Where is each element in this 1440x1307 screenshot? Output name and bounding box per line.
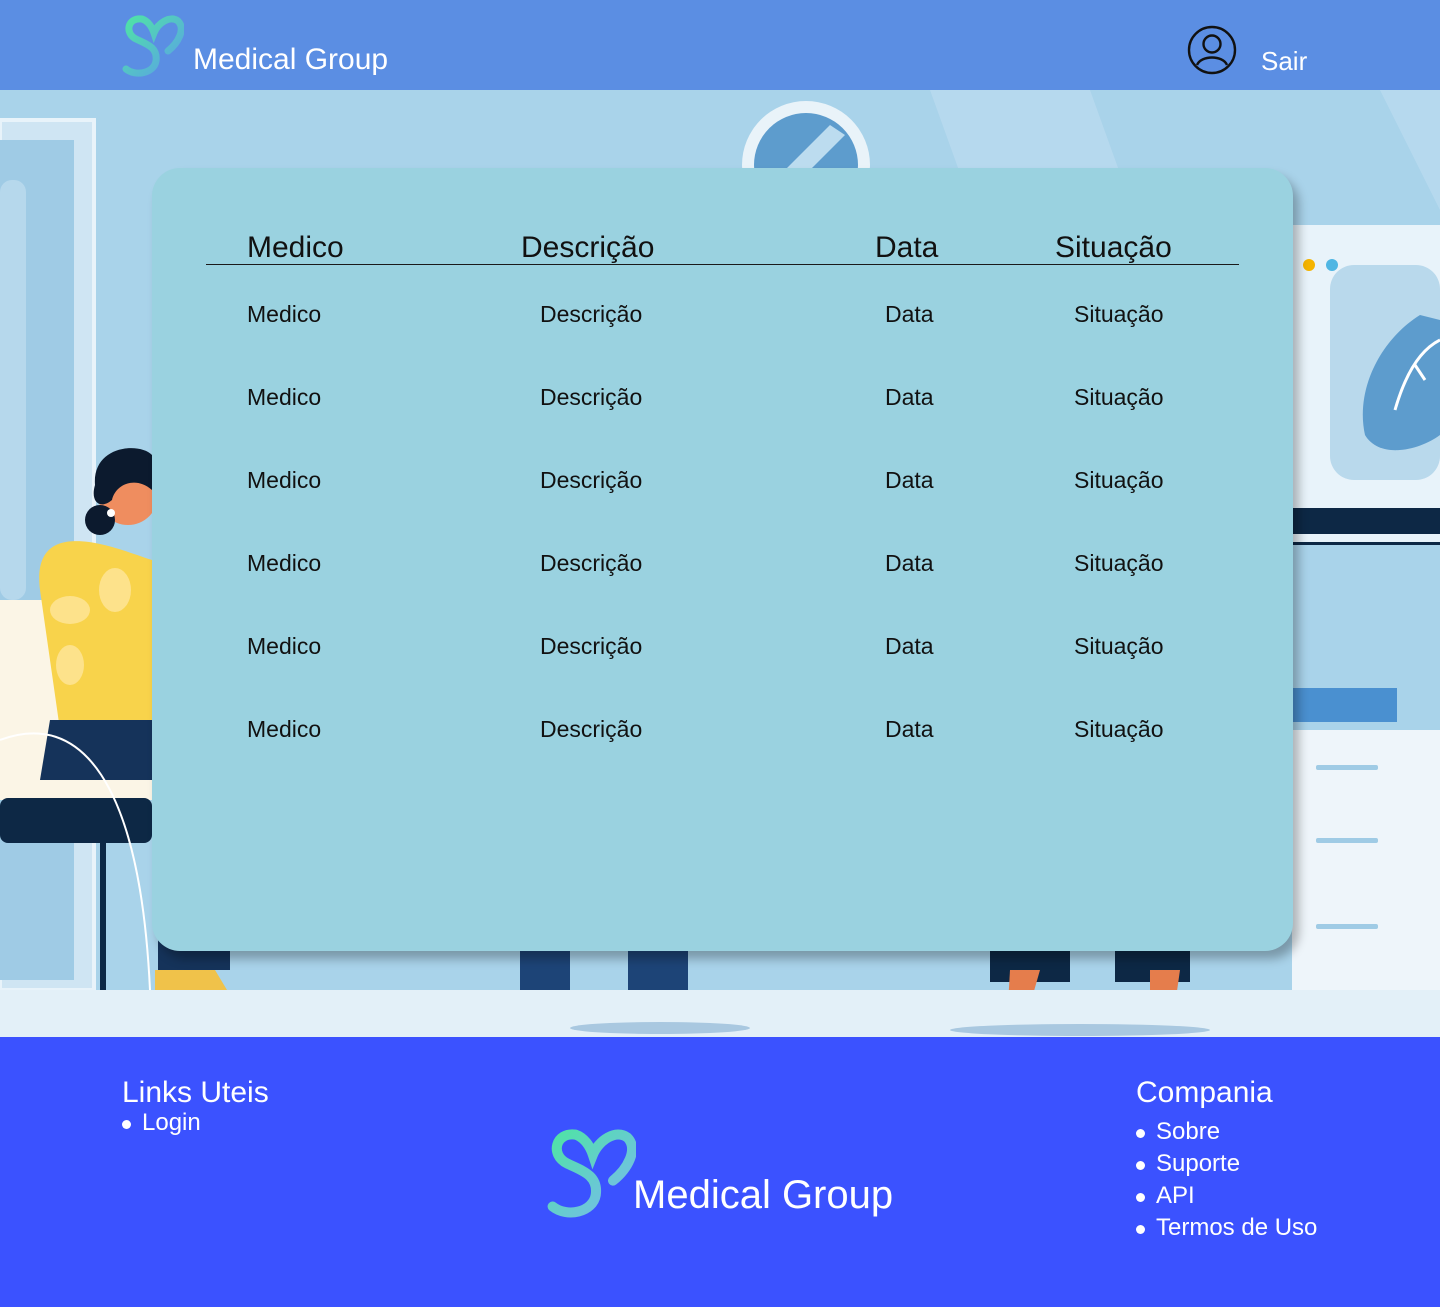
table-header: Medico Descrição Data Situação [206,228,1239,265]
useful-links-list: Login [122,1107,201,1139]
cell-descricao: Descrição [540,384,643,410]
table-row[interactable]: Medico Descrição Data Situação [152,294,1293,334]
cell-descricao: Descrição [540,633,643,659]
cell-medico: Medico [247,633,322,659]
cell-situacao: Situação [1074,301,1164,327]
site-footer: Links Uteis Login Medical Group Compania… [0,1037,1440,1307]
cell-situacao: Situação [1074,384,1164,410]
company-title: Compania [1136,1076,1273,1109]
cell-data: Data [885,467,934,493]
cell-data: Data [885,550,934,576]
column-header-data[interactable]: Data [875,228,938,268]
column-header-situacao[interactable]: Situação [1055,228,1172,268]
table-row[interactable]: Medico Descrição Data Situação [152,460,1293,500]
cell-descricao: Descrição [540,301,643,327]
table-row[interactable]: Medico Descrição Data Situação [152,543,1293,583]
cell-data: Data [885,716,934,742]
footer-link-suporte[interactable]: Suporte [1136,1148,1317,1180]
brand-name[interactable]: Medical Group [193,40,388,80]
top-navbar: Medical Group Sair [0,0,1440,90]
heart-logo-icon[interactable] [120,11,184,79]
appointments-card: Medico Descrição Data Situação Medico De… [152,168,1293,951]
company-links-list: Sobre Suporte API Termos de Uso [1136,1116,1317,1244]
table-row[interactable]: Medico Descrição Data Situação [152,626,1293,666]
footer-link-api[interactable]: API [1136,1180,1317,1212]
footer-brand-name: Medical Group [633,1173,894,1217]
cell-descricao: Descrição [540,550,643,576]
cell-data: Data [885,384,934,410]
cell-medico: Medico [247,301,322,327]
cell-descricao: Descrição [540,467,643,493]
cell-medico: Medico [247,384,322,410]
cell-situacao: Situação [1074,633,1164,659]
table-row[interactable]: Medico Descrição Data Situação [152,377,1293,417]
cell-situacao: Situação [1074,467,1164,493]
cell-situacao: Situação [1074,716,1164,742]
table-row[interactable]: Medico Descrição Data Situação [152,709,1293,749]
logout-link[interactable]: Sair [1261,44,1307,78]
footer-link-login[interactable]: Login [122,1107,201,1139]
cell-descricao: Descrição [540,716,643,742]
column-header-descricao[interactable]: Descrição [521,228,654,268]
cell-data: Data [885,633,934,659]
cell-medico: Medico [247,716,322,742]
cell-situacao: Situação [1074,550,1164,576]
cell-data: Data [885,301,934,327]
cell-medico: Medico [247,467,322,493]
footer-link-termos[interactable]: Termos de Uso [1136,1212,1317,1244]
heart-logo-icon [547,1129,636,1218]
user-circle-icon[interactable] [1187,25,1237,75]
footer-link-sobre[interactable]: Sobre [1136,1116,1317,1148]
cell-medico: Medico [247,550,322,576]
column-header-medico[interactable]: Medico [247,228,344,268]
